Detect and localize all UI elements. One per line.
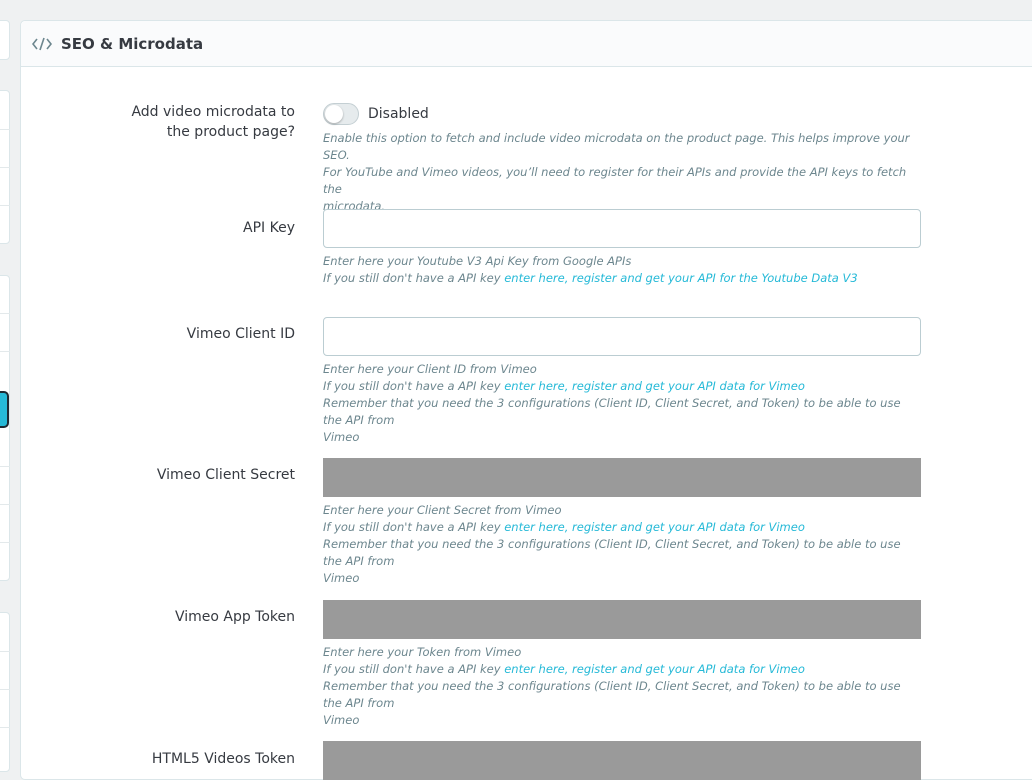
api-key-input[interactable] [323,209,921,248]
vimeo-app-token-input[interactable] [323,600,921,639]
sidebar-box-1 [0,20,10,60]
vimeo-app-token-field: Enter here your Token from Vimeo If you … [323,600,921,729]
microdata-label-line1: Add video microdata to [131,104,295,120]
microdata-toggle[interactable] [323,103,359,125]
microdata-switch-wrap: Disabled [323,102,921,126]
sidebar-divider [0,313,10,314]
help-text: If you still don't have a API key enter … [323,661,921,678]
help-text: Enter here your Client Secret from Vimeo [323,503,562,517]
sidebar-divider [0,351,10,352]
help-text: Enter here your Client ID from Vimeo [323,362,537,376]
api-key-help: Enter here your Youtube V3 Api Key from … [323,253,921,287]
html5-videos-token-field [323,741,921,780]
help-text: Remember that you need the 3 configurati… [323,679,901,710]
vimeo-client-id-field: Enter here your Client ID from Vimeo If … [323,317,921,446]
vimeo-app-token-help: Enter here your Token from Vimeo If you … [323,644,921,729]
help-text: Vimeo [323,571,360,585]
switch-status-text: Disabled [368,106,429,122]
toggle-knob [325,105,343,123]
help-text: Remember that you need the 3 configurati… [323,396,901,427]
help-text: If you still don't have a API key enter … [323,378,921,395]
html5-videos-token-input[interactable] [323,741,921,780]
sidebar-divider [0,167,10,168]
help-text: If you still don't have a API key enter … [323,270,921,287]
vimeo-app-token-label: Vimeo App Token [174,609,295,625]
help-prefix: If you still don't have a API key [323,662,501,676]
vimeo-api-link[interactable]: enter here, register and get your API da… [504,520,805,534]
help-text: If you still don't have a API key enter … [323,519,921,536]
microdata-help: Enable this option to fetch and include … [323,130,921,215]
vimeo-client-secret-help: Enter here your Client Secret from Vimeo… [323,502,921,587]
sidebar-box-4 [0,612,10,772]
microdata-label-line2: the product page? [166,124,295,140]
html5-videos-token-label: HTML5 Videos Token [151,751,295,767]
sidebar-divider [0,727,10,728]
vimeo-client-id-input[interactable] [323,317,921,356]
help-text: Vimeo [323,430,360,444]
sidebar-divider [0,689,10,690]
microdata-label: Add video microdata to the product page? [131,102,295,142]
vimeo-client-secret-field: Enter here your Client Secret from Vimeo… [323,458,921,587]
sidebar-divider [0,129,10,130]
sidebar-divider [0,542,10,543]
sidebar-divider [0,466,10,467]
help-text: Remember that you need the 3 configurati… [323,537,901,568]
help-prefix: If you still don't have a API key [323,379,501,393]
api-key-field: Enter here your Youtube V3 Api Key from … [323,209,921,287]
sidebar-divider [0,651,10,652]
vimeo-client-secret-input[interactable] [323,458,921,497]
help-prefix: If you still don't have a API key [323,271,501,285]
microdata-field: Disabled Enable this option to fetch and… [323,102,921,215]
help-text: Vimeo [323,713,360,727]
code-icon [32,37,52,51]
vimeo-api-link[interactable]: enter here, register and get your API da… [504,662,805,676]
panel-title: SEO & Microdata [61,34,204,53]
sidebar-divider [0,205,10,206]
help-prefix: If you still don't have a API key [323,520,501,534]
sidebar-box-3 [0,275,10,581]
api-key-label: API Key [243,220,295,236]
seo-microdata-panel: SEO & Microdata Add video microdata to t… [20,20,1032,780]
vimeo-client-secret-label: Vimeo Client Secret [156,467,295,483]
sidebar-item-active[interactable] [0,391,9,428]
vimeo-client-id-help: Enter here your Client ID from Vimeo If … [323,361,921,446]
left-sidebar-fragment [0,0,11,772]
sidebar-divider [0,504,10,505]
help-text: Enter here your Token from Vimeo [323,645,522,659]
help-text: For YouTube and Vimeo videos, you’ll nee… [323,165,907,196]
panel-header: SEO & Microdata [21,21,1032,67]
vimeo-client-id-label: Vimeo Client ID [186,326,295,342]
youtube-api-link[interactable]: enter here, register and get your API fo… [504,271,857,285]
vimeo-api-link[interactable]: enter here, register and get your API da… [504,379,805,393]
help-text: Enter here your Youtube V3 Api Key from … [323,254,632,268]
help-text: Enable this option to fetch and include … [323,131,910,162]
